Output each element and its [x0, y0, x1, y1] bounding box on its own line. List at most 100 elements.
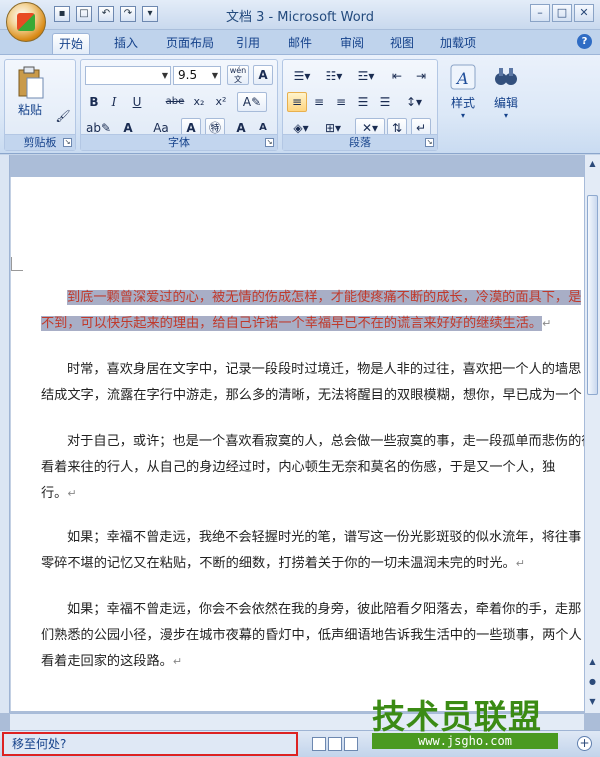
justify-icon[interactable]: ☰: [353, 92, 373, 112]
paragraph-4-line-2: 零碎不堪的记忆又在粘贴，不断的细数，打捞着关于你的一切未温润未完的时光。: [41, 556, 516, 571]
paragraph-4[interactable]: 如果；幸福不曾走远，我绝不会轻握时光的笔，谱写这一份光影斑驳的似水流年，将往事 …: [41, 525, 581, 577]
view-buttons: [312, 737, 358, 751]
editing-dropdown-icon: ▾: [503, 111, 508, 120]
numbering-icon[interactable]: ☷▾: [319, 66, 349, 86]
paragraph-5-line-3: 看着走回家的这段路。: [41, 654, 173, 669]
tab-mailings[interactable]: 邮件: [282, 33, 318, 54]
format-painter-icon[interactable]: 🖌: [53, 106, 73, 126]
character-border-button[interactable]: A: [253, 65, 273, 85]
previous-page-icon[interactable]: ▲: [586, 655, 599, 669]
bullets-icon[interactable]: ☰▾: [287, 66, 317, 86]
paragraph-mark-icon: ↵: [172, 655, 183, 668]
tab-view[interactable]: 视图: [384, 33, 420, 54]
vertical-scrollbar[interactable]: ▲ ▲ ● ▼: [584, 155, 600, 713]
select-browse-object-icon[interactable]: ●: [586, 675, 599, 689]
paragraph-5-line-2: 们熟悉的公园小径，漫步在城市夜幕的昏灯中，低声细语地告诉我生活中的一些琐事，两个…: [41, 628, 582, 643]
maximize-button[interactable]: □: [552, 4, 572, 22]
tab-references[interactable]: 引用: [230, 33, 266, 54]
scroll-up-icon[interactable]: ▲: [586, 157, 599, 171]
paste-button[interactable]: 粘贴: [11, 66, 49, 118]
next-page-icon[interactable]: ▼: [586, 695, 599, 709]
styles-group: A 样式 ▾: [442, 59, 484, 151]
align-left-icon[interactable]: ≡: [287, 92, 307, 112]
minimize-button[interactable]: –: [530, 4, 550, 22]
window-title: 文档 3 - Microsoft Word: [225, 10, 375, 25]
web-layout-icon[interactable]: [344, 737, 358, 751]
clipboard-group: 粘贴 🖌 剪贴板 ↘: [4, 59, 76, 151]
help-icon[interactable]: ?: [577, 34, 592, 49]
svg-text:A: A: [455, 69, 469, 88]
font-label: 字体: [81, 134, 277, 150]
multilevel-list-icon[interactable]: ☲▾: [351, 66, 381, 86]
tab-add-ins[interactable]: 加载项: [434, 33, 482, 54]
distribute-icon[interactable]: ☰: [375, 92, 395, 112]
superscript-button[interactable]: x²: [211, 92, 231, 112]
window-controls: – □ ✕: [530, 4, 594, 22]
bold-button[interactable]: B: [85, 92, 103, 112]
phonetic-guide-button[interactable]: wén 文: [227, 65, 249, 85]
goto-prompt[interactable]: 移至何处?: [2, 732, 298, 756]
font-size-combo[interactable]: 9.5 ▼: [173, 66, 221, 85]
office-button[interactable]: [6, 2, 46, 42]
ribbon: 粘贴 🖌 剪贴板 ↘ ▼ 9.5 ▼ wén 文 A B I U abe x₂ x²…: [0, 54, 600, 154]
selected-text-line-2: 不到，可以快乐起来的理由，给自己许诺一个幸福早已不在的谎言来好好的继续生活。: [41, 316, 543, 331]
underline-button[interactable]: U: [125, 92, 149, 112]
paragraph-3-line-1: 对于自己，或许；也是一个喜欢看寂寞的人，总会做一些寂寞的事，走一段孤单而悲伤的径: [67, 434, 584, 449]
paragraph-mark-icon: ↵: [67, 487, 77, 500]
watermark-text: 技术员联盟: [372, 697, 542, 736]
paragraph-group: ☰▾ ☷▾ ☲▾ ⇤ ⇥ ≡ ≡ ≡ ☰ ☰ ↕▾ ◈▾ ⊞▾ ✕▾ ⇅ ↵ 段…: [282, 59, 438, 151]
full-screen-reading-icon[interactable]: [328, 737, 342, 751]
editing-group: 编辑 ▾: [486, 59, 526, 151]
font-group: ▼ 9.5 ▼ wén 文 A B I U abe x₂ x² A✎ ab✎ A A…: [80, 59, 278, 151]
binoculars-icon: [495, 68, 517, 85]
paragraph-2[interactable]: 时常，喜欢身居在文字中，记录一段段时过境迁，物是人非的过往，喜欢把一个人的墙思 …: [41, 357, 582, 409]
watermark: 技术员联盟 www.jsgho.com: [372, 690, 582, 749]
font-launcher-icon[interactable]: ↘: [265, 138, 274, 147]
clipboard-launcher-icon[interactable]: ↘: [63, 138, 72, 147]
styles-label: 样式: [450, 96, 475, 110]
paragraph-3-line-2: 看着来往的行人，从自己的身边经过时，内心顿生无奈和莫名的伤感，于是又一个人，独: [41, 460, 556, 475]
paragraph-2-line-1: 时常，喜欢身居在文字中，记录一段段时过境迁，物是人非的过往，喜欢把一个人的墙思: [67, 362, 582, 377]
close-button[interactable]: ✕: [574, 4, 594, 22]
font-name-combo[interactable]: ▼: [85, 66, 171, 85]
decrease-indent-icon[interactable]: ⇤: [387, 66, 407, 86]
align-right-icon[interactable]: ≡: [331, 92, 351, 112]
tab-page-layout[interactable]: 页面布局: [160, 33, 220, 54]
margin-corner-mark: [11, 257, 23, 271]
print-layout-icon[interactable]: [312, 737, 326, 751]
paragraph-mark-icon: ↵: [542, 317, 552, 330]
increase-indent-icon[interactable]: ⇥: [411, 66, 431, 86]
zoom-in-icon[interactable]: +: [577, 736, 592, 751]
align-center-icon[interactable]: ≡: [309, 92, 329, 112]
scrollbar-thumb[interactable]: [587, 195, 598, 395]
line-spacing-icon[interactable]: ↕▾: [399, 92, 429, 112]
paragraph-launcher-icon[interactable]: ↘: [425, 138, 434, 147]
tab-review[interactable]: 审阅: [334, 33, 370, 54]
paragraph-2-line-2: 结成文字，流露在字行中游走，那么多的清晰，无法将醒目的双眼模糊，想你，早已成为一…: [41, 388, 582, 403]
clear-formatting-icon[interactable]: A✎: [237, 92, 267, 112]
paragraph-1[interactable]: 到底一颗曾深爱过的心，被无情的伤成怎样，才能使疼痛不断的成长，冷漠的面具下，是 …: [41, 285, 582, 337]
paragraph-3[interactable]: 对于自己，或许；也是一个喜欢看寂寞的人，总会做一些寂寞的事，走一段孤单而悲伤的径…: [41, 429, 584, 507]
editing-button[interactable]: 编辑 ▾: [488, 63, 524, 120]
document-area: 到底一颗曾深爱过的心，被无情的伤成怎样，才能使疼痛不断的成长，冷漠的面具下，是 …: [0, 155, 600, 730]
paragraph-5-line-1: 如果；幸福不曾走远，你会不会依然在我的身旁，彼此陪看夕阳落去，牵着你的手，走那: [67, 602, 582, 617]
vertical-ruler: [0, 155, 10, 713]
styles-dropdown-icon: ▾: [460, 111, 465, 120]
paragraph-3-line-3: 行。: [41, 486, 68, 501]
italic-button[interactable]: I: [105, 92, 123, 112]
editing-label: 编辑: [493, 96, 518, 110]
ribbon-tabs: 开始 插入 页面布局 引用 邮件 审阅 视图 加载项 ?: [0, 30, 600, 54]
document-page[interactable]: 到底一颗曾深爱过的心，被无情的伤成怎样，才能使疼痛不断的成长，冷漠的面具下，是 …: [10, 177, 584, 711]
watermark-url: www.jsgho.com: [372, 733, 558, 749]
paragraph-5[interactable]: 如果；幸福不曾走远，你会不会依然在我的身旁，彼此陪看夕阳落去，牵着你的手，走那 …: [41, 597, 582, 675]
paste-label: 粘贴: [17, 103, 42, 117]
paragraph-4-line-1: 如果；幸福不曾走远，我绝不会轻握时光的笔，谱写这一份光影斑驳的似水流年，将往事: [67, 530, 582, 545]
selected-text-line-1: 到底一颗曾深爱过的心，被无情的伤成怎样，才能使疼痛不断的成长，冷漠的面具下，是: [67, 290, 582, 305]
paragraph-mark-icon: ↵: [515, 557, 525, 570]
office-logo-icon: [17, 13, 35, 31]
strikethrough-button[interactable]: abe: [163, 92, 187, 112]
subscript-button[interactable]: x₂: [189, 92, 209, 112]
tab-home[interactable]: 开始: [52, 33, 91, 54]
tab-insert[interactable]: 插入: [108, 33, 144, 54]
styles-button[interactable]: A 样式 ▾: [444, 63, 482, 120]
